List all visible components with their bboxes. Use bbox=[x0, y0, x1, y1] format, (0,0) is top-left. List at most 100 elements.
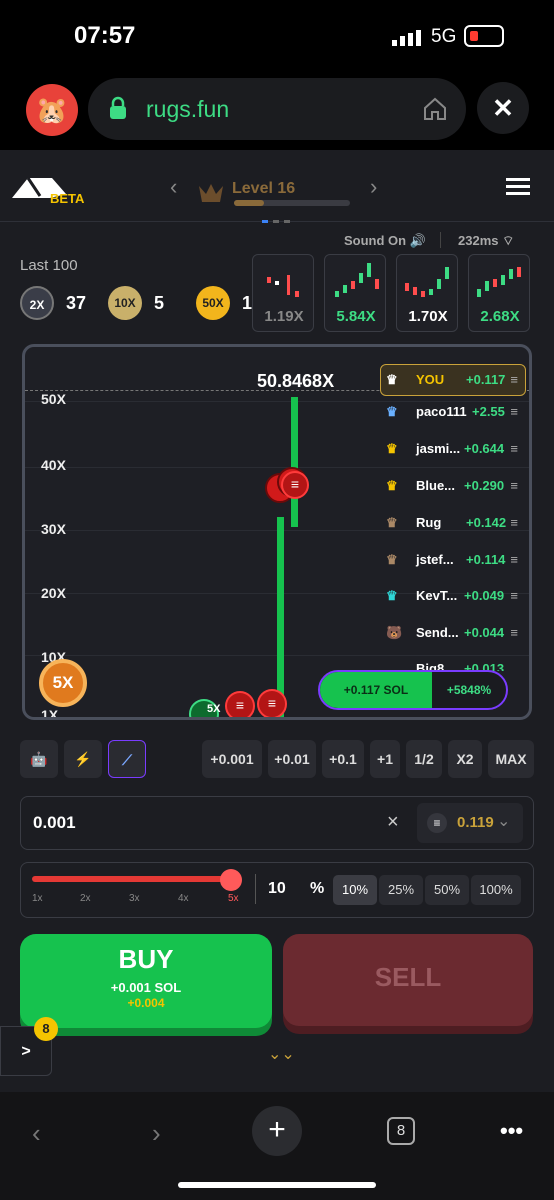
y-tick: 50X bbox=[41, 391, 66, 407]
y-tick: 1X bbox=[41, 707, 59, 720]
buy-label: BUY bbox=[118, 944, 174, 974]
beta-badge: BETA bbox=[50, 191, 85, 206]
chevron-left-icon[interactable]: ‹ bbox=[170, 174, 177, 200]
status-time: 07:57 bbox=[74, 22, 136, 49]
buy-fee: +0.004 bbox=[127, 996, 165, 1010]
coin-50x-count: 1 bbox=[242, 293, 253, 313]
quick-add-button[interactable]: +0.001 bbox=[202, 740, 262, 778]
history-sparkline bbox=[335, 263, 379, 297]
lock-icon bbox=[110, 96, 126, 119]
balance-value: 0.119 bbox=[457, 814, 494, 831]
history-card[interactable]: 5.84X bbox=[324, 254, 386, 332]
chart-button[interactable]: ⟋ bbox=[108, 740, 146, 778]
preset-50[interactable]: 50% bbox=[425, 875, 469, 905]
more-icon[interactable]: ••• bbox=[500, 1118, 523, 1144]
position-sol: +0.117 SOL bbox=[320, 672, 432, 708]
leaderboard-row: 🐻 Send... +0.044 ≡ bbox=[386, 625, 518, 640]
leaderboard-row: ♛ jstef... +0.114 ≡ bbox=[386, 552, 518, 567]
clear-button[interactable]: × bbox=[387, 811, 399, 834]
amount-value: 0.001 bbox=[33, 813, 76, 832]
buy-button[interactable]: BUY +0.001 SOL +0.004 bbox=[20, 934, 272, 1028]
robot-icon: 🤖 bbox=[30, 751, 48, 767]
chart-icon: ⟋ bbox=[122, 752, 132, 768]
trade-marker: ≡ bbox=[225, 691, 255, 717]
y-tick: 30X bbox=[41, 521, 66, 537]
menu-icon[interactable] bbox=[506, 178, 530, 196]
quick-add-button[interactable]: +0.1 bbox=[322, 740, 364, 778]
slider-tick: 5x bbox=[228, 893, 239, 904]
leaderboard-row: ♛ Rug +0.142 ≡ bbox=[386, 515, 518, 530]
leaderboard-row: ♛ YOU +0.117 ≡ bbox=[386, 372, 518, 387]
forward-icon[interactable]: › bbox=[152, 1118, 161, 1149]
divider bbox=[440, 232, 441, 248]
max-button[interactable]: MAX bbox=[488, 740, 534, 778]
new-tab-button[interactable]: + bbox=[252, 1106, 302, 1156]
multiplier-badge: 5X bbox=[39, 659, 87, 707]
quick-add-button[interactable]: +0.01 bbox=[268, 740, 316, 778]
quick-add-button[interactable]: +1 bbox=[370, 740, 400, 778]
chevron-right-icon[interactable]: › bbox=[370, 174, 377, 200]
flash-button[interactable]: ⚡ bbox=[64, 740, 102, 778]
slider-tick: 4x bbox=[178, 893, 189, 904]
position-pill: +0.117 SOL +5848% bbox=[318, 670, 508, 710]
coin-50x: 50X bbox=[196, 286, 230, 320]
chevron-down-icon: ⌄ bbox=[497, 813, 511, 830]
rank-icon: ♛ bbox=[386, 404, 398, 419]
coin-10x-count: 5 bbox=[154, 293, 165, 313]
history-value: 1.19X bbox=[264, 308, 304, 325]
sell-button[interactable]: SELL bbox=[283, 934, 533, 1026]
preset-100[interactable]: 100% bbox=[471, 875, 521, 905]
balance-selector[interactable]: ≡ 0.119 ⌄ bbox=[417, 803, 523, 843]
url-text: rugs.fun bbox=[146, 96, 230, 122]
rank-icon: ♛ bbox=[386, 372, 398, 387]
slider-tick: 3x bbox=[129, 893, 140, 904]
candle-body bbox=[291, 397, 298, 527]
history-sparkline bbox=[267, 275, 299, 297]
history-card[interactable]: 1.19X bbox=[252, 254, 314, 332]
url-bar[interactable]: rugs.fun bbox=[88, 78, 466, 140]
preset-10[interactable]: 10% bbox=[333, 875, 377, 905]
chevrons-down-icon[interactable]: ⌄⌄ bbox=[268, 1044, 295, 1064]
candle-body bbox=[277, 517, 284, 717]
leaderboard-row: ♛ Blue... +0.290 ≡ bbox=[386, 478, 518, 493]
percent-value: 10 bbox=[268, 880, 286, 897]
rank-icon: ♛ bbox=[386, 588, 398, 603]
slider-tick: 1x bbox=[32, 893, 43, 904]
page-dots bbox=[262, 211, 292, 223]
rank-icon bbox=[199, 184, 223, 202]
battery-icon bbox=[464, 25, 504, 47]
home-icon[interactable] bbox=[422, 96, 448, 122]
slider-handle[interactable] bbox=[220, 869, 242, 891]
current-multiplier: 50.8468X bbox=[257, 371, 335, 391]
trade-marker: ≡ bbox=[257, 689, 287, 717]
site-avatar[interactable]: 🐹 bbox=[26, 84, 78, 136]
network-label: 5G bbox=[431, 26, 457, 47]
amount-input[interactable]: 0.001 × ≡ 0.119 ⌄ bbox=[20, 796, 534, 850]
history-card[interactable]: 1.70X bbox=[396, 254, 458, 332]
last100-label: Last 100 bbox=[20, 257, 78, 274]
bot-button[interactable]: 🤖 bbox=[20, 740, 58, 778]
history-card[interactable]: 2.68X bbox=[468, 254, 530, 332]
history-sparkline bbox=[405, 267, 449, 297]
leverage-slider[interactable] bbox=[32, 876, 232, 882]
half-button[interactable]: 1/2 bbox=[406, 740, 442, 778]
double-button[interactable]: X2 bbox=[448, 740, 482, 778]
leaderboard-row: ♛ KevT... +0.049 ≡ bbox=[386, 588, 518, 603]
slider-tick: 2x bbox=[80, 893, 91, 904]
tabs-button[interactable]: 8 bbox=[387, 1117, 415, 1145]
percent-unit: % bbox=[310, 880, 325, 897]
history-value: 1.70X bbox=[408, 308, 448, 325]
level-progress bbox=[234, 200, 350, 206]
preset-25[interactable]: 25% bbox=[379, 875, 423, 905]
sell-label: SELL bbox=[374, 962, 442, 992]
close-button[interactable]: ✕ bbox=[477, 82, 529, 134]
history-value: 5.84X bbox=[336, 308, 376, 325]
signal-icon bbox=[392, 30, 421, 46]
rank-icon: ♛ bbox=[386, 478, 398, 493]
back-icon[interactable]: ‹ bbox=[32, 1118, 41, 1149]
home-indicator bbox=[178, 1182, 376, 1188]
rank-icon: ♛ bbox=[386, 441, 398, 456]
sound-toggle[interactable]: Sound On 🔊 bbox=[344, 233, 426, 249]
speaker-icon: 🔊 bbox=[409, 233, 426, 248]
position-pct: +5848% bbox=[446, 683, 492, 697]
